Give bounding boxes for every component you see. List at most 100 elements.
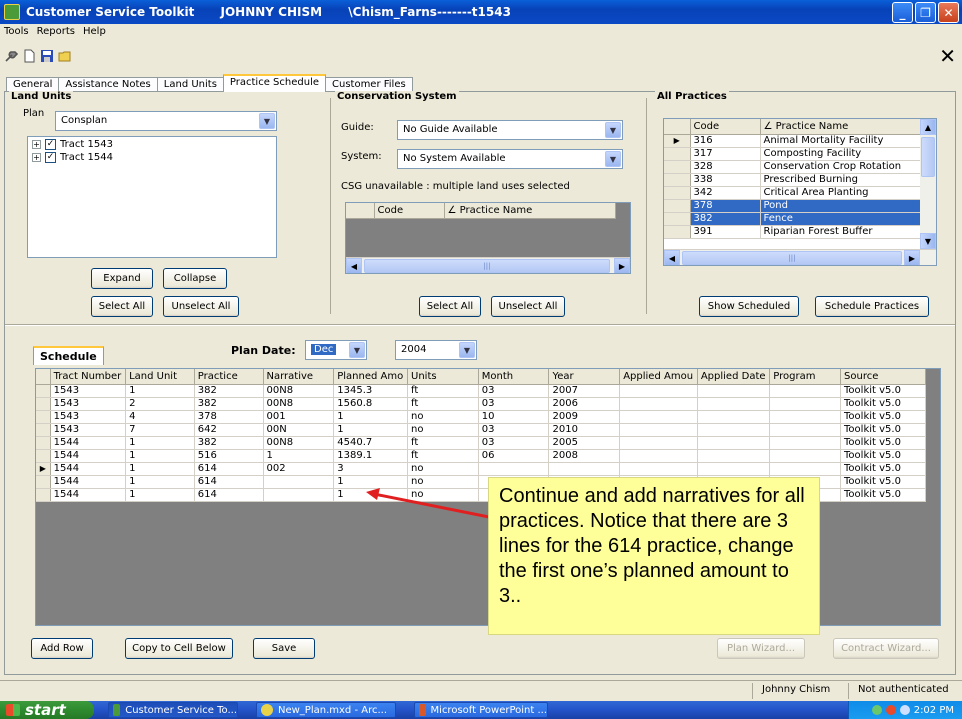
practice-code-cell[interactable]: 342 bbox=[690, 186, 761, 200]
plan-wizard-button[interactable]: Plan Wizard... bbox=[717, 638, 805, 659]
chevron-down-icon[interactable]: ▼ bbox=[259, 113, 275, 129]
schedule-cell[interactable]: 614 bbox=[194, 488, 264, 502]
expand-plus-icon[interactable]: + bbox=[32, 139, 41, 149]
tab-schedule[interactable]: Schedule bbox=[33, 346, 104, 365]
schedule-col-header[interactable]: Month bbox=[478, 369, 550, 385]
practice-row[interactable]: 317 Composting Facility bbox=[664, 147, 922, 161]
schedule-cell[interactable]: 614 bbox=[194, 475, 264, 489]
menu-reports[interactable]: Reports bbox=[37, 26, 75, 42]
land-units-tree[interactable]: + ✓ Tract 1543 + ✓ Tract 1544 bbox=[27, 136, 277, 258]
schedule-cell[interactable] bbox=[769, 436, 842, 450]
chevron-down-icon[interactable]: ▼ bbox=[605, 122, 621, 138]
schedule-col-header[interactable]: Applied Date bbox=[697, 369, 771, 385]
all-practices-grid[interactable]: Code ∠ Practice Name ▶ 316 Animal Mortalit… bbox=[663, 118, 937, 266]
row-header[interactable] bbox=[664, 212, 691, 226]
schedule-cell[interactable] bbox=[548, 462, 621, 476]
maximize-button[interactable]: ❐ bbox=[915, 2, 936, 23]
practice-name-cell[interactable]: Composting Facility bbox=[760, 147, 922, 161]
schedule-col-header[interactable]: Land Unit bbox=[125, 369, 195, 385]
schedule-cell[interactable]: 03 bbox=[478, 436, 550, 450]
practice-name-cell[interactable]: Animal Mortality Facility bbox=[760, 134, 922, 148]
schedule-cell[interactable]: 1543 bbox=[50, 384, 127, 398]
tab-land-units[interactable]: Land Units bbox=[156, 77, 224, 92]
close-panel-icon[interactable]: ✕ bbox=[939, 44, 956, 68]
schedule-col-header[interactable]: Tract Number bbox=[50, 369, 127, 385]
conservation-hscrollbar[interactable]: ◀ ||| ▶ bbox=[346, 257, 630, 273]
row-header[interactable]: ▶ bbox=[36, 462, 51, 476]
schedule-cell[interactable]: 378 bbox=[194, 410, 264, 424]
schedule-cell[interactable] bbox=[263, 475, 335, 489]
practices-vscrollbar[interactable]: ▲ ▼ bbox=[920, 119, 936, 249]
tree-item-tract-1544[interactable]: + ✓ Tract 1544 bbox=[28, 151, 276, 163]
menu-help[interactable]: Help bbox=[83, 26, 106, 42]
schedule-cell[interactable]: Toolkit v5.0 bbox=[840, 436, 926, 450]
schedule-cell[interactable] bbox=[697, 436, 771, 450]
schedule-cell[interactable] bbox=[697, 410, 771, 424]
schedule-cell[interactable]: Toolkit v5.0 bbox=[840, 423, 926, 437]
schedule-cell[interactable] bbox=[769, 384, 842, 398]
col-code[interactable]: Code bbox=[374, 203, 445, 219]
tree-item-tract-1543[interactable]: + ✓ Tract 1543 bbox=[28, 138, 276, 150]
schedule-row[interactable]: 1544 1 382 00N8 4540.7 ft 03 2005 Toolkit v5.0 bbox=[36, 436, 926, 450]
schedule-cell[interactable] bbox=[619, 436, 698, 450]
schedule-row[interactable]: 1543 2 382 00N8 1560.8 ft 03 2006 Toolkit v5.0 bbox=[36, 397, 926, 411]
schedule-cell[interactable]: ft bbox=[407, 436, 479, 450]
schedule-cell[interactable]: 516 bbox=[194, 449, 264, 463]
schedule-cell[interactable]: no bbox=[407, 462, 479, 476]
scroll-down-icon[interactable]: ▼ bbox=[920, 233, 936, 249]
land-unselect-all-button[interactable]: Unselect All bbox=[163, 296, 239, 317]
row-header[interactable] bbox=[664, 225, 691, 239]
schedule-cell[interactable]: 00N8 bbox=[263, 436, 335, 450]
tract-1543-checkbox[interactable]: ✓ bbox=[45, 138, 56, 150]
plan-year-select[interactable]: 2004 ▼ bbox=[395, 340, 477, 360]
row-header[interactable] bbox=[36, 410, 51, 424]
open-folder-icon[interactable] bbox=[58, 49, 72, 63]
schedule-cell[interactable]: 4540.7 bbox=[333, 436, 409, 450]
schedule-cell[interactable] bbox=[697, 449, 771, 463]
schedule-col-header[interactable]: Source bbox=[840, 369, 926, 385]
schedule-cell[interactable]: 1544 bbox=[50, 488, 127, 502]
minimize-button[interactable]: _ bbox=[892, 2, 913, 23]
row-header[interactable] bbox=[664, 160, 691, 174]
practice-code-cell[interactable]: 316 bbox=[690, 134, 761, 148]
schedule-cell[interactable] bbox=[697, 397, 771, 411]
schedule-cell[interactable]: 00N8 bbox=[263, 397, 335, 411]
practice-name-cell[interactable]: Riparian Forest Buffer bbox=[760, 225, 922, 239]
tools-icon[interactable] bbox=[4, 49, 18, 63]
close-window-button[interactable]: ✕ bbox=[938, 2, 959, 23]
schedule-cell[interactable]: 1544 bbox=[50, 436, 127, 450]
schedule-cell[interactable]: 7 bbox=[125, 423, 195, 437]
schedule-cell[interactable]: 3 bbox=[333, 462, 409, 476]
save-disk-icon[interactable] bbox=[40, 49, 54, 63]
schedule-row[interactable]: 1543 7 642 00N 1 no 03 2010 Toolkit v5.0 bbox=[36, 423, 926, 437]
row-header[interactable] bbox=[664, 199, 691, 213]
chevron-down-icon[interactable]: ▼ bbox=[349, 342, 365, 358]
schedule-cell[interactable] bbox=[619, 384, 698, 398]
plan-month-select[interactable]: Dec ▼ bbox=[305, 340, 367, 360]
schedule-cell[interactable]: 1 bbox=[125, 449, 195, 463]
practice-name-cell[interactable]: Fence bbox=[760, 212, 922, 226]
schedule-cell[interactable]: Toolkit v5.0 bbox=[840, 410, 926, 424]
practice-code-cell[interactable]: 378 bbox=[690, 199, 761, 213]
practice-row[interactable]: ▶ 316 Animal Mortality Facility bbox=[664, 134, 922, 148]
scroll-right-icon[interactable]: ▶ bbox=[614, 258, 630, 273]
expand-button[interactable]: Expand bbox=[91, 268, 153, 289]
practice-code-cell[interactable]: 382 bbox=[690, 212, 761, 226]
schedule-cell[interactable]: 1544 bbox=[50, 462, 127, 476]
row-header[interactable] bbox=[36, 384, 51, 398]
schedule-cell[interactable] bbox=[478, 462, 550, 476]
copy-to-cell-below-button[interactable]: Copy to Cell Below bbox=[125, 638, 233, 659]
tab-assistance-notes[interactable]: Assistance Notes bbox=[58, 77, 158, 92]
schedule-cell[interactable]: 1544 bbox=[50, 449, 127, 463]
row-header[interactable] bbox=[36, 397, 51, 411]
schedule-cell[interactable]: 382 bbox=[194, 384, 264, 398]
schedule-cell[interactable]: 1389.1 bbox=[333, 449, 409, 463]
practice-code-cell[interactable]: 338 bbox=[690, 173, 761, 187]
practice-code-cell[interactable]: 328 bbox=[690, 160, 761, 174]
schedule-col-header[interactable]: Narrative bbox=[263, 369, 335, 385]
schedule-cell[interactable]: Toolkit v5.0 bbox=[840, 488, 926, 502]
row-header[interactable] bbox=[36, 423, 51, 437]
row-header[interactable] bbox=[664, 173, 691, 187]
row-header[interactable] bbox=[664, 147, 691, 161]
schedule-cell[interactable]: 001 bbox=[263, 410, 335, 424]
